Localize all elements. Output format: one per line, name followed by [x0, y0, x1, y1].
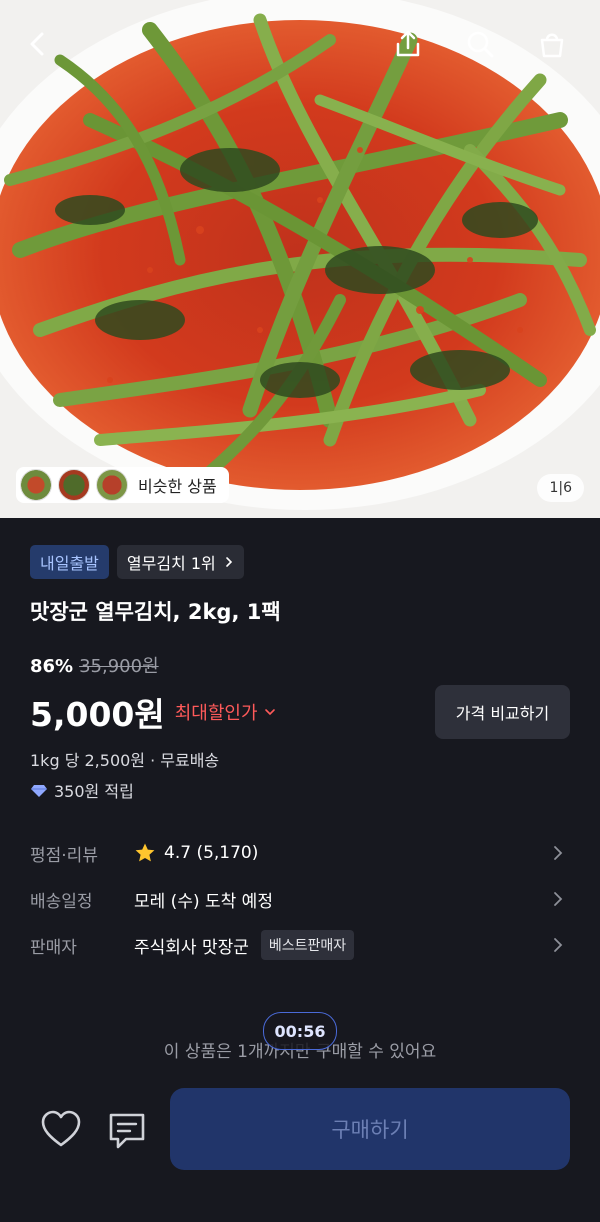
chevron-down-icon — [264, 709, 275, 716]
chevron-right-icon — [225, 557, 232, 567]
sale-price: 5,000원 — [30, 695, 165, 734]
star-icon — [135, 843, 155, 862]
unit-price-shipping: 1kg 당 2,500원 · 무료배송 — [30, 751, 220, 770]
similar-label: 비슷한 상품 — [138, 477, 217, 496]
delivery-value: 모레 (수) 도착 예정 — [134, 891, 273, 912]
product-title: 맛장군 열무김치, 2kg, 1팩 — [30, 600, 281, 624]
wishlist-button[interactable] — [40, 1109, 82, 1153]
countdown-timer: 00:56 — [263, 1012, 337, 1050]
rank-badge[interactable]: 열무김치 1위 — [116, 545, 244, 579]
points-row: 350원 적립 — [30, 778, 134, 802]
similar-products-chip[interactable]: 비슷한 상품 — [16, 467, 229, 503]
rating-value: 4.7 (5,170) — [164, 843, 259, 863]
chevron-right-icon — [554, 846, 563, 860]
chat-icon — [109, 1113, 145, 1149]
rating-row[interactable]: 평점·리뷰 4.7 (5,170) — [30, 838, 570, 868]
kimchi-stems — [4, 13, 596, 486]
inquiry-button[interactable] — [106, 1110, 148, 1156]
cart-icon — [540, 33, 564, 58]
discount-rate: 86% — [30, 656, 74, 677]
compare-price-button[interactable]: 가격 비교하기 — [435, 685, 570, 739]
badge-row: 내일출발 열무김치 1위 — [30, 545, 244, 579]
rank-label: 열무김치 1위 — [126, 554, 216, 573]
rating-label: 평점·리뷰 — [30, 845, 98, 866]
similar-thumb — [96, 469, 128, 501]
price-row: 5,000원 최대할인가 — [30, 688, 276, 736]
delivery-label: 배송일정 — [30, 891, 93, 912]
seller-row[interactable]: 판매자 주식회사 맛장군 베스트판매자 — [30, 930, 570, 960]
heart-icon — [41, 1110, 81, 1147]
points-label: 350원 적립 — [54, 782, 134, 801]
discount-row: 86% 35,900원 — [30, 652, 159, 678]
search-icon — [467, 31, 494, 58]
max-discount-label: 최대할인가 — [174, 703, 258, 724]
seller-name: 주식회사 맛장군 — [134, 937, 249, 958]
chevron-right-icon — [554, 938, 563, 952]
delivery-row[interactable]: 배송일정 모레 (수) 도착 예정 — [30, 884, 570, 914]
back-button[interactable] — [16, 22, 60, 66]
seller-label: 판매자 — [30, 937, 77, 958]
seller-value-wrap: 주식회사 맛장군 베스트판매자 — [134, 930, 355, 960]
image-counter: 1|6 — [537, 474, 584, 502]
original-price: 35,900원 — [79, 656, 159, 677]
share-icon — [396, 30, 420, 57]
best-seller-badge: 베스트판매자 — [260, 930, 355, 960]
back-icon — [30, 32, 44, 56]
search-button[interactable] — [458, 22, 502, 66]
max-discount-toggle[interactable]: 최대할인가 — [175, 699, 276, 725]
points-icon — [31, 785, 47, 797]
cart-button[interactable] — [530, 22, 574, 66]
buy-button[interactable]: 구매하기 — [170, 1088, 570, 1170]
similar-thumb — [58, 469, 90, 501]
shipping-badge: 내일출발 — [30, 545, 109, 579]
similar-thumb — [20, 469, 52, 501]
rating-value-wrap: 4.7 (5,170) — [134, 842, 258, 864]
chevron-right-icon — [554, 892, 563, 906]
share-button[interactable] — [386, 22, 430, 66]
product-image[interactable]: 비슷한 상품 1|6 — [0, 0, 600, 518]
